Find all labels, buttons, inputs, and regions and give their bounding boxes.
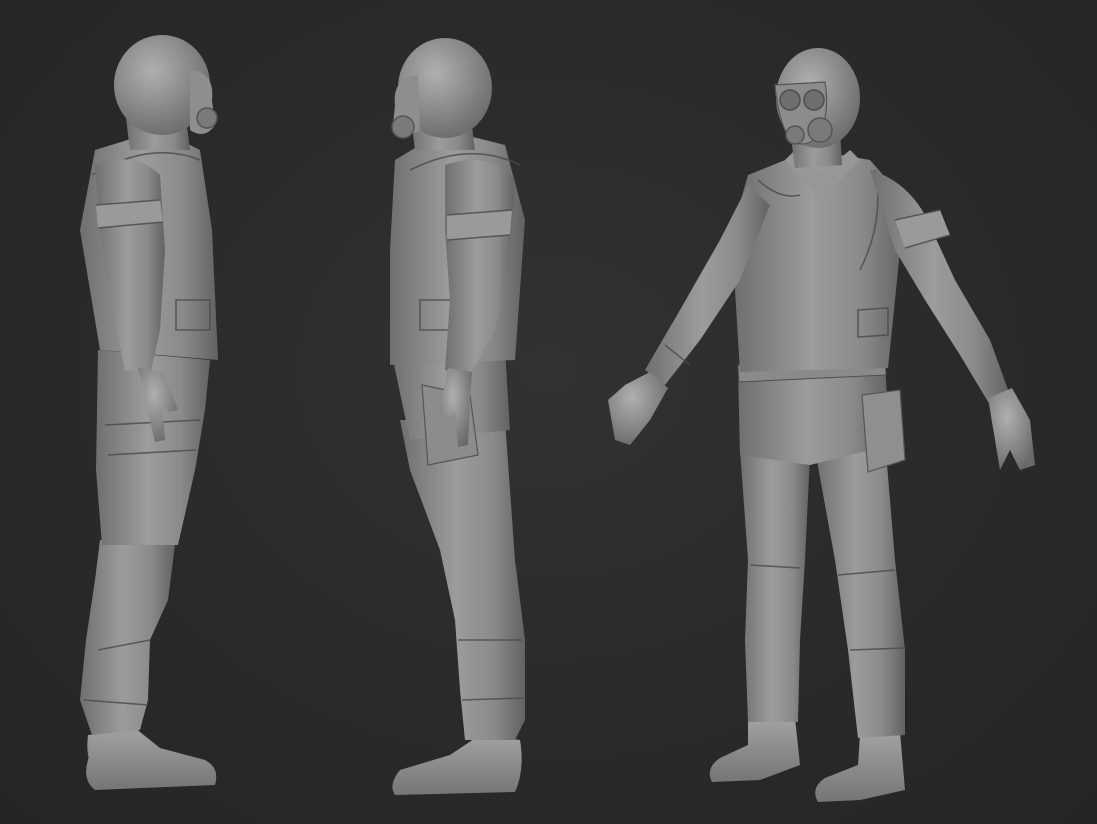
hand-left	[608, 372, 668, 445]
figure-side-view-right	[390, 38, 525, 795]
boot-right	[815, 732, 905, 802]
leg-left	[740, 450, 810, 722]
character-turnaround	[80, 35, 1035, 802]
mask-filter	[391, 115, 415, 139]
hand-right	[988, 388, 1035, 470]
mask-eye-right	[803, 89, 825, 111]
figure-side-view-left	[80, 35, 218, 790]
boot-front	[86, 728, 217, 790]
thigh-pouch	[861, 389, 906, 473]
figure-three-quarter-view	[608, 48, 1035, 802]
mask-filter	[196, 107, 218, 129]
mask-filter-left	[785, 125, 805, 145]
sculpt-render	[0, 0, 1097, 824]
mask-eye-left	[779, 89, 801, 111]
trouser-leg	[80, 540, 175, 735]
mask-filter-right	[807, 117, 833, 143]
trouser-leg	[400, 420, 525, 740]
leg-right	[815, 440, 905, 738]
boot-left	[709, 718, 800, 782]
boot-front	[392, 735, 522, 795]
